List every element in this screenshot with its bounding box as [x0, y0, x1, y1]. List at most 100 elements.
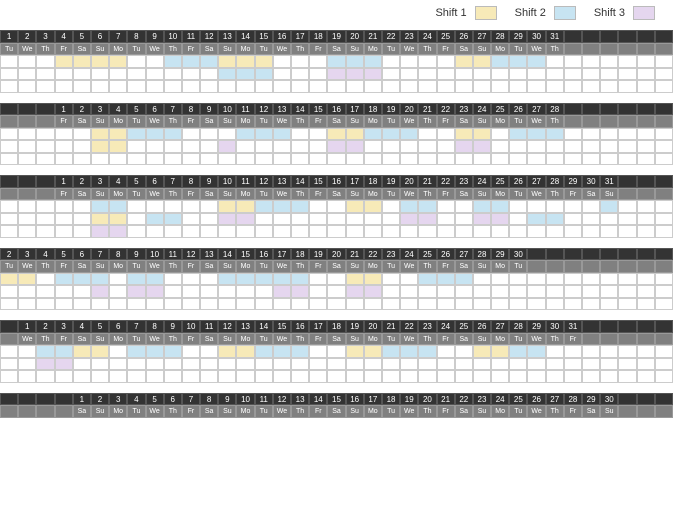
shift-cell [473, 298, 491, 311]
shift-cell [55, 140, 73, 153]
dow-cell: Tu [382, 188, 400, 201]
day-number-cell: 27 [527, 103, 545, 116]
legend-shift1-label: Shift 1 [435, 7, 466, 19]
shift-cell [200, 55, 218, 68]
shift-cell [236, 285, 254, 298]
shift-cell [382, 200, 400, 213]
shift-cell [546, 68, 564, 81]
dow-cell: Fr [309, 405, 327, 418]
shift-cell [127, 285, 145, 298]
shift-cell [637, 225, 655, 238]
shift-cell [382, 358, 400, 371]
shift-cell [0, 68, 18, 81]
shift-cell [618, 80, 636, 93]
shift-cell [255, 140, 273, 153]
shift-cell [509, 345, 527, 358]
day-number-cell: 11 [236, 175, 254, 188]
shift-cell [564, 80, 582, 93]
shift-cell [127, 200, 145, 213]
shift-cell [273, 128, 291, 141]
shift-cell [91, 200, 109, 213]
shift-cell [473, 140, 491, 153]
shift-cell [200, 68, 218, 81]
shift-cell [618, 285, 636, 298]
shift-cell [327, 153, 345, 166]
dow-cell: Th [418, 43, 436, 56]
dow-cell [618, 260, 636, 273]
shift-cell [255, 68, 273, 81]
shift-cell [655, 298, 673, 311]
shift-cell [346, 370, 364, 383]
shift-cell [509, 80, 527, 93]
shift-cell [182, 68, 200, 81]
shift-cell [236, 128, 254, 141]
month-block: 1234567891011121314151617181920212223242… [0, 393, 675, 418]
shift-cell [582, 80, 600, 93]
shift-row [0, 298, 675, 311]
dow-cell: Mo [491, 188, 509, 201]
shift-cell [127, 273, 145, 286]
day-number-cell: 1 [18, 320, 36, 333]
shift-cell [527, 358, 545, 371]
dow-cell [637, 115, 655, 128]
shift-cell [200, 273, 218, 286]
day-number-cell: 1 [73, 393, 91, 406]
dow-cell: Th [164, 333, 182, 346]
shift-cell [18, 345, 36, 358]
day-number-cell: 8 [109, 248, 127, 261]
dow-cell [600, 333, 618, 346]
dow-cell: Sa [73, 405, 91, 418]
shift-cell [0, 153, 18, 166]
dow-cell: Mo [236, 188, 254, 201]
dow-cell: We [273, 333, 291, 346]
shift-cell [327, 80, 345, 93]
shift-cell [600, 140, 618, 153]
day-number-cell: 8 [182, 175, 200, 188]
shift-cell [91, 80, 109, 93]
day-number-cell: 19 [327, 30, 345, 43]
day-number-cell: 26 [509, 103, 527, 116]
shift-cell [182, 128, 200, 141]
shift-cell [600, 273, 618, 286]
day-number-cell: 27 [491, 320, 509, 333]
shift-cell [364, 128, 382, 141]
shift-cell [218, 345, 236, 358]
dow-cell: Su [91, 260, 109, 273]
day-number-cell: 2 [73, 103, 91, 116]
day-number-cell: 23 [382, 248, 400, 261]
shift-cell [164, 370, 182, 383]
dow-cell [600, 43, 618, 56]
shift-cell [382, 370, 400, 383]
dow-cell: Sa [327, 260, 345, 273]
shift-cell [255, 213, 273, 226]
shift-cell [218, 68, 236, 81]
dow-cell: We [400, 188, 418, 201]
shift-cell [491, 345, 509, 358]
shift-cell [73, 153, 91, 166]
dow-cell: Sa [73, 333, 91, 346]
shift-cell [364, 55, 382, 68]
dow-cell: Th [291, 43, 309, 56]
legend-item-shift3: Shift 3 [594, 6, 655, 20]
shift-cell [0, 213, 18, 226]
shift-cell [618, 128, 636, 141]
shift-cell [418, 225, 436, 238]
day-number-cell [36, 393, 54, 406]
day-number-cell: 2 [18, 30, 36, 43]
shift-cell [291, 213, 309, 226]
day-number-cell [655, 175, 673, 188]
shift-cell [437, 358, 455, 371]
shift-cell [327, 345, 345, 358]
day-number-cell: 13 [273, 175, 291, 188]
day-number-cell [637, 103, 655, 116]
shift-cell [236, 273, 254, 286]
shift-cell [527, 128, 545, 141]
shift-cell [546, 273, 564, 286]
shift-cell [18, 298, 36, 311]
shift-cell [200, 298, 218, 311]
shift-cell [455, 128, 473, 141]
dow-cell [655, 115, 673, 128]
shift-cell [109, 358, 127, 371]
day-number-cell: 15 [273, 320, 291, 333]
shift-cell [91, 358, 109, 371]
